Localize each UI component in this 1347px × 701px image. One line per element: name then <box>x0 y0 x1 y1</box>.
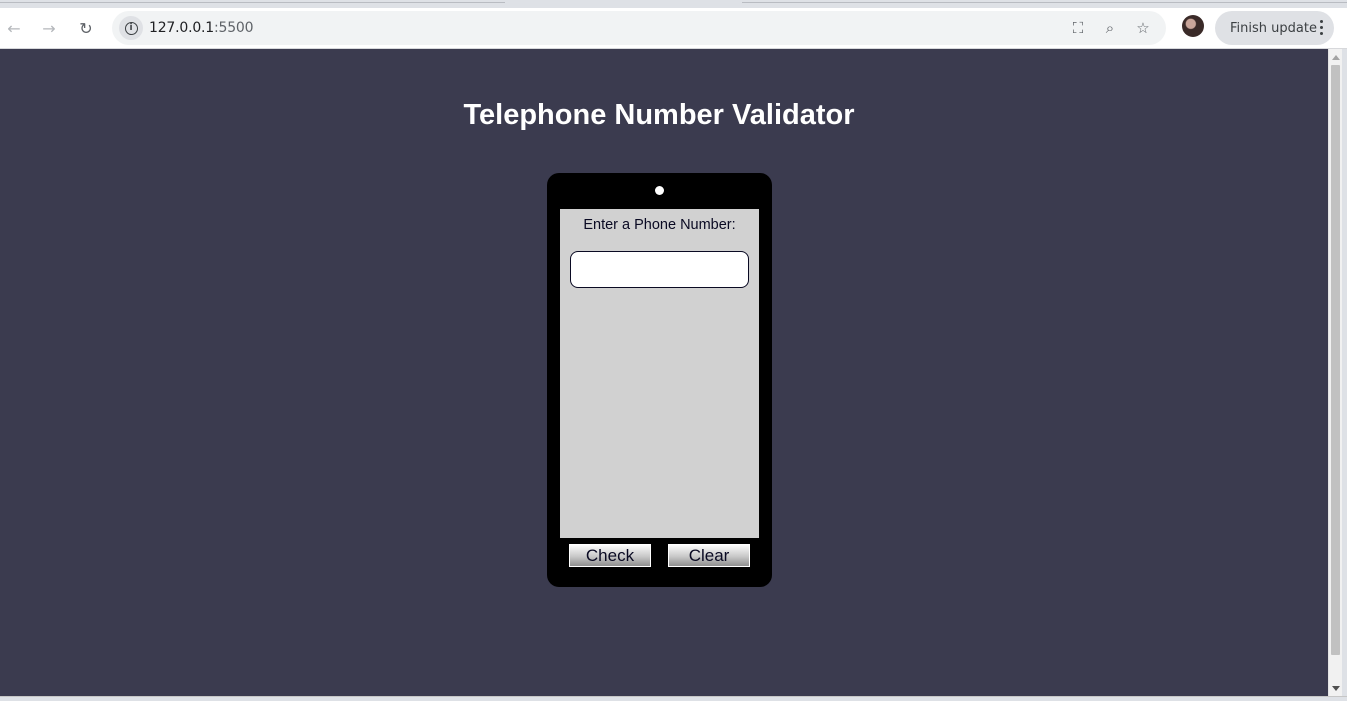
finish-update-label: Finish update <box>1230 20 1317 36</box>
url-port: :5500 <box>214 20 254 36</box>
page-title: Telephone Number Validator <box>463 99 855 131</box>
url-host: 127.0.0.1 <box>149 20 214 36</box>
browser-toolbar: ← → ↻ i 127.0.0.1:5500 ⛶ ⌕ ☆ Finish upda… <box>0 8 1347 48</box>
zoom-icon[interactable]: ⌕ <box>1100 18 1120 38</box>
reload-icon[interactable]: ↻ <box>72 14 100 42</box>
tab-left-edge[interactable] <box>0 0 505 3</box>
info-icon: i <box>124 21 138 35</box>
scroll-up-arrow-icon[interactable] <box>1332 55 1340 60</box>
site-info-button[interactable]: i <box>119 16 143 40</box>
tab-strip <box>0 0 1347 8</box>
tab-right-edge[interactable] <box>742 0 1347 3</box>
window-right-edge <box>1342 49 1347 701</box>
vertical-scrollbar[interactable] <box>1328 49 1342 696</box>
translate-icon[interactable]: ⛶ <box>1068 18 1088 38</box>
scroll-thumb[interactable] <box>1331 65 1340 655</box>
address-bar[interactable]: i 127.0.0.1:5500 ⛶ ⌕ ☆ <box>112 11 1166 45</box>
finish-update-button[interactable]: Finish update <box>1215 11 1334 45</box>
profile-avatar[interactable] <box>1182 15 1204 37</box>
window-bottom-edge <box>0 696 1347 701</box>
star-icon[interactable]: ☆ <box>1133 18 1153 38</box>
kebab-menu-icon[interactable] <box>1320 20 1324 35</box>
phone-screen: Enter a Phone Number: <box>560 209 759 538</box>
phone-number-input[interactable] <box>570 251 749 288</box>
phone-camera-dot <box>655 186 664 195</box>
url-text[interactable]: 127.0.0.1:5500 <box>149 20 254 36</box>
page-viewport: Telephone Number Validator Enter a Phone… <box>0 49 1328 696</box>
scroll-down-arrow-icon[interactable] <box>1332 686 1340 691</box>
phone-frame: Enter a Phone Number: Check Clear <box>547 173 772 587</box>
forward-arrow-icon[interactable]: → <box>35 14 63 42</box>
phone-input-label: Enter a Phone Number: <box>583 217 736 233</box>
clear-button[interactable]: Clear <box>668 544 750 567</box>
back-arrow-icon[interactable]: ← <box>0 14 28 42</box>
check-button[interactable]: Check <box>569 544 651 567</box>
